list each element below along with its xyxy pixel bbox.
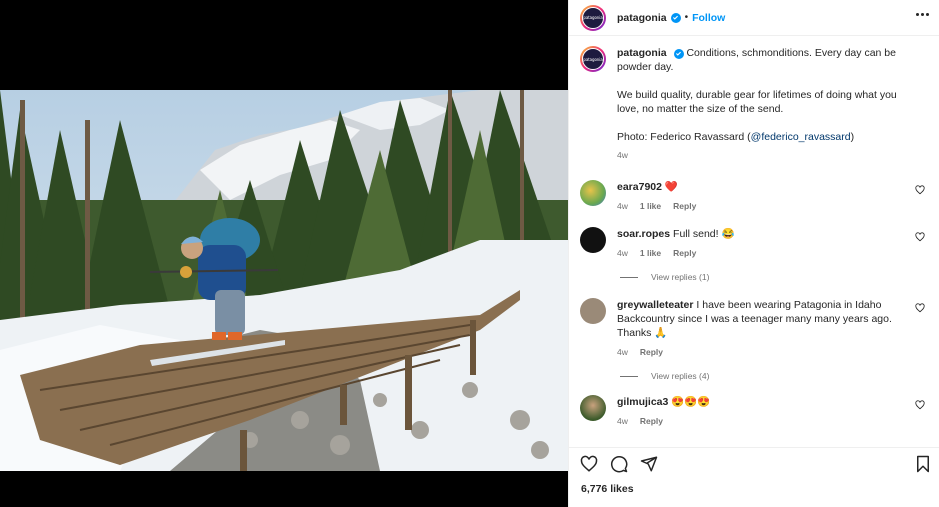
heart-icon[interactable] xyxy=(915,185,925,195)
separator-dot: • xyxy=(684,12,689,23)
verified-icon xyxy=(673,48,684,59)
comment-likes[interactable]: 1 like xyxy=(640,246,661,260)
post-photo xyxy=(0,90,568,471)
caption-photo-credit: Photo: Federico Ravassard (@federico_rav… xyxy=(617,131,855,143)
comment-text: 😍😍😍 xyxy=(671,396,711,408)
comment-time: 4w xyxy=(617,248,628,258)
post-actions-bar xyxy=(569,447,939,479)
account-avatar[interactable]: patagonia xyxy=(580,4,606,31)
caption-avatar[interactable]: patagonia xyxy=(580,46,606,72)
heart-icon[interactable] xyxy=(915,400,925,410)
heart-icon[interactable] xyxy=(915,232,925,242)
reply-button[interactable]: Reply xyxy=(640,414,663,428)
comment-body: eara7902 ❤️ 4w 1 like Reply xyxy=(617,180,907,213)
comment-time: 4w xyxy=(617,347,628,357)
caption-time: 4w xyxy=(617,150,628,160)
comment-likes[interactable]: 1 like xyxy=(640,199,661,213)
view-replies-button[interactable]: View replies (1) xyxy=(620,272,927,282)
photographer-link[interactable]: @federico_ravassard xyxy=(751,131,851,143)
comment-body: greywalleteater I have been wearing Pata… xyxy=(617,298,907,359)
comment-body: soar.ropes Full send! 😂 4w 1 like Reply xyxy=(617,227,907,260)
comment-text: Full send! 😂 xyxy=(673,228,735,240)
comment-text: ❤️ xyxy=(664,181,678,193)
commenter-avatar[interactable] xyxy=(580,395,606,421)
likes-count[interactable]: 6,776 likes xyxy=(569,479,939,507)
verified-icon xyxy=(670,12,681,23)
heart-icon[interactable] xyxy=(915,303,925,313)
caption-avatar-text: patagonia xyxy=(583,56,603,62)
avatar-logo-text: patagonia xyxy=(583,15,603,20)
comment-item: greywalleteater I have been wearing Pata… xyxy=(580,298,927,359)
account-username[interactable]: patagonia xyxy=(617,12,667,24)
comment-icon[interactable] xyxy=(610,455,628,473)
reply-button[interactable]: Reply xyxy=(673,246,696,260)
reply-button[interactable]: Reply xyxy=(673,199,696,213)
commenter-avatar[interactable] xyxy=(580,298,606,324)
reply-button[interactable]: Reply xyxy=(640,345,663,359)
comment-username[interactable]: gilmujica3 xyxy=(617,396,668,408)
comment-item: gilmujica3 😍😍😍 4w Reply xyxy=(580,395,927,428)
more-icon[interactable] xyxy=(916,13,929,16)
follow-button[interactable]: Follow xyxy=(692,12,725,24)
comment-username[interactable]: greywalleteater xyxy=(617,299,693,311)
comment-item: eara7902 ❤️ 4w 1 like Reply xyxy=(580,180,927,213)
heart-icon[interactable] xyxy=(580,455,598,473)
caption-row: patagonia patagonia Conditions, schmondi… xyxy=(580,46,927,162)
view-replies-button[interactable]: View replies (4) xyxy=(620,371,927,381)
commenter-avatar[interactable] xyxy=(580,180,606,206)
post-header: patagonia patagonia • Follow xyxy=(569,0,939,36)
post-media[interactable] xyxy=(0,0,568,507)
comment-item: soar.ropes Full send! 😂 4w 1 like Reply xyxy=(580,227,927,260)
comment-time: 4w xyxy=(617,416,628,426)
post-side-panel: patagonia patagonia • Follow patagonia p… xyxy=(568,0,939,507)
comment-username[interactable]: soar.ropes xyxy=(617,228,670,240)
caption-body: patagonia Conditions, schmonditions. Eve… xyxy=(617,46,909,162)
comment-body: gilmujica3 😍😍😍 4w Reply xyxy=(617,395,907,428)
commenter-avatar[interactable] xyxy=(580,227,606,253)
caption-line-2: We build quality, durable gear for lifet… xyxy=(617,89,897,115)
post-dialog: patagonia patagonia • Follow patagonia p… xyxy=(0,0,939,507)
comment-username[interactable]: eara7902 xyxy=(617,181,662,193)
comments-scroll-area[interactable]: patagonia patagonia Conditions, schmondi… xyxy=(569,36,939,447)
share-icon[interactable] xyxy=(640,455,658,473)
bookmark-icon[interactable] xyxy=(915,455,931,473)
comment-time: 4w xyxy=(617,201,628,211)
caption-username[interactable]: patagonia xyxy=(617,47,667,59)
